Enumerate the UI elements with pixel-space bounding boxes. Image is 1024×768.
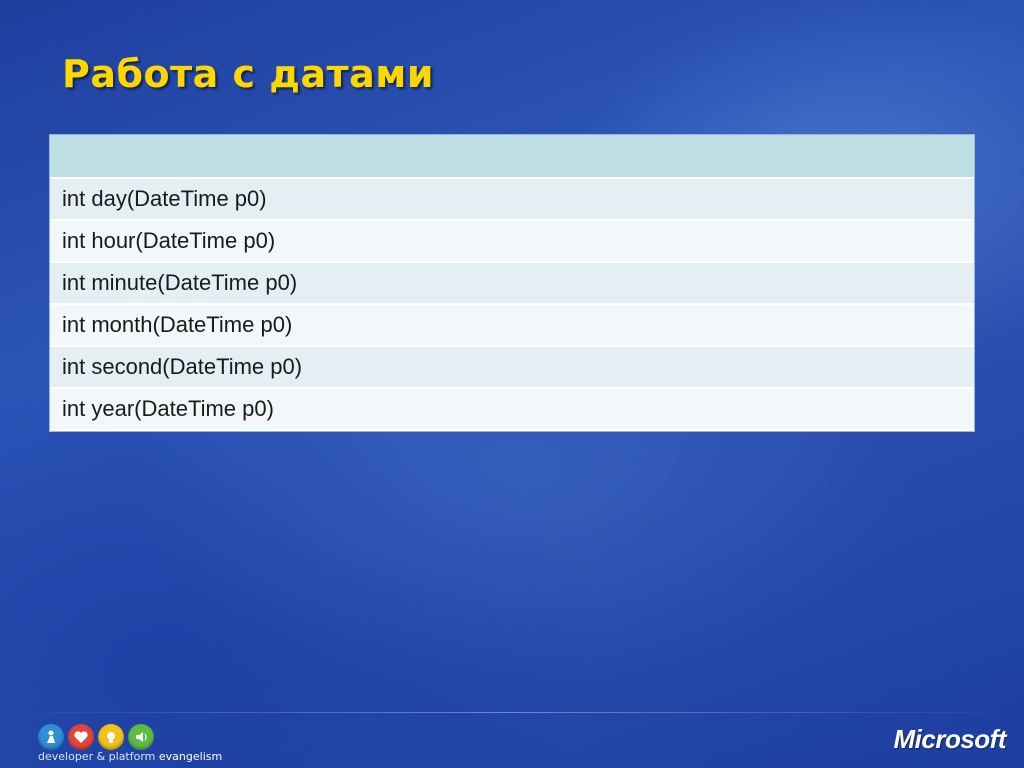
table-cell: int minute(DateTime p0) (50, 262, 974, 305)
slide-title: Работа с датами (62, 52, 434, 96)
table-row: int minute(DateTime p0) (50, 262, 974, 305)
table-row: int month(DateTime p0) (50, 304, 974, 347)
blue-figure-icon (38, 724, 64, 750)
microsoft-logo: Microsoft (893, 724, 1007, 754)
green-speaker-icon (128, 724, 154, 750)
table-header-row (50, 135, 974, 179)
footer-tagline: developer & platform evangelism (38, 750, 222, 763)
table-cell: int year(DateTime p0) (50, 388, 974, 431)
table-cell: int month(DateTime p0) (50, 304, 974, 347)
table-row: int second(DateTime p0) (50, 346, 974, 389)
footer-divider (0, 712, 1024, 713)
yellow-lightbulb-icon (98, 724, 124, 750)
methods-table: int day(DateTime p0) int hour(DateTime p… (50, 135, 974, 431)
red-heart-icon (68, 724, 94, 750)
footer-logo-icons (38, 724, 154, 750)
table-cell: int day(DateTime p0) (50, 178, 974, 221)
table-cell: int second(DateTime p0) (50, 346, 974, 389)
footer-tagline-part2: evangelism (155, 750, 223, 763)
table-cell: int hour(DateTime p0) (50, 220, 974, 263)
table-header-cell (50, 135, 974, 179)
table-row: int year(DateTime p0) (50, 388, 974, 431)
table-row: int day(DateTime p0) (50, 178, 974, 221)
footer-tagline-part1: developer & platform (38, 750, 156, 763)
table-row: int hour(DateTime p0) (50, 220, 974, 263)
